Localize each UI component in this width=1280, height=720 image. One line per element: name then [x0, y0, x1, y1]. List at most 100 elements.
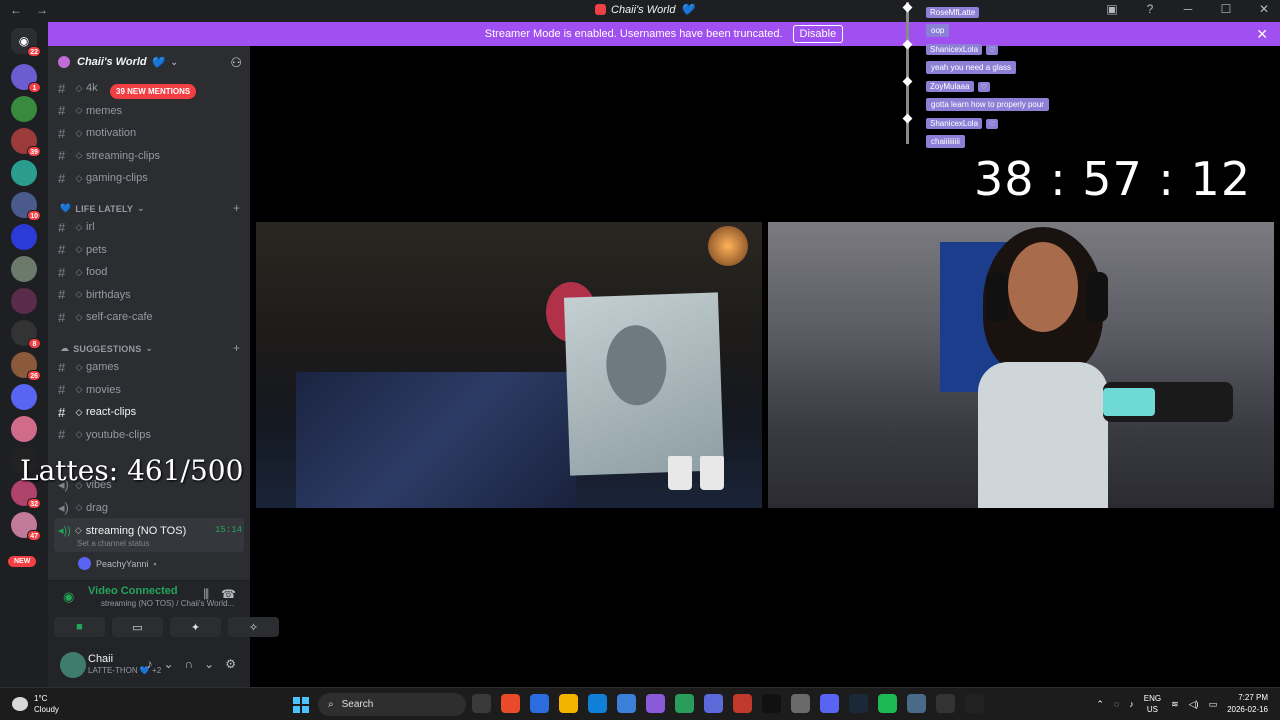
camera-button[interactable]: ■: [54, 617, 105, 637]
gear-icon[interactable]: ⚙: [225, 657, 236, 671]
channel-item[interactable]: # ◇ 4k: [58, 79, 98, 97]
inbox-icon[interactable]: ▣: [1104, 2, 1120, 16]
channel-status[interactable]: Set a channel status: [77, 539, 150, 548]
clock[interactable]: 7:27 PM 2026-02-16: [1227, 692, 1268, 716]
weather-widget[interactable]: 1°C Cloudy: [12, 693, 59, 715]
maximize-button[interactable]: ☐: [1218, 2, 1234, 16]
taskbar-app-icon[interactable]: [733, 694, 752, 713]
taskbar-app-icon[interactable]: [820, 694, 839, 713]
channel-item[interactable]: # ◇ self-care-cafe: [58, 308, 153, 326]
server-icon[interactable]: [11, 224, 37, 250]
server-icon[interactable]: [11, 160, 37, 186]
channel-item[interactable]: # ◇ irl: [58, 218, 95, 236]
taskbar-app-icon[interactable]: [849, 694, 868, 713]
server-icon[interactable]: 1: [11, 64, 41, 93]
taskbar-app-icon[interactable]: [936, 694, 955, 713]
video-tile-webcam[interactable]: [768, 222, 1274, 508]
avatar[interactable]: [60, 652, 86, 678]
category-life-lately[interactable]: 💙 LIFE LATELY ⌄: [60, 203, 145, 214]
user-name[interactable]: Chaii: [88, 653, 113, 665]
screen-share-button[interactable]: ▭: [112, 617, 163, 637]
help-icon[interactable]: ?: [1142, 2, 1158, 16]
active-voice-channel[interactable]: ◂)) ◇ streaming (NO TOS): [58, 524, 186, 538]
soundboard-button[interactable]: ✧: [228, 617, 279, 637]
server-icon[interactable]: 26: [11, 352, 41, 381]
back-arrow-icon[interactable]: ←: [10, 3, 22, 17]
guild-header[interactable]: Chaii's World 💙 ⌄ ⚇: [48, 46, 250, 78]
taskbar-app-icon[interactable]: [559, 694, 578, 713]
noise-suppression-icon[interactable]: ⫼: [204, 587, 210, 602]
hash-icon: #: [58, 80, 66, 96]
taskbar-search[interactable]: ⌕ Search: [318, 693, 466, 716]
server-icon[interactable]: [11, 256, 37, 282]
hash-icon: #: [58, 359, 66, 375]
server-icon[interactable]: [11, 288, 37, 314]
channel-item[interactable]: # ◇ birthdays: [58, 286, 131, 304]
chevron-down-icon[interactable]: ⌄: [204, 657, 214, 671]
server-icon[interactable]: [11, 416, 37, 442]
network-icon[interactable]: ◌: [1114, 699, 1119, 709]
server-icon[interactable]: 39: [11, 128, 41, 157]
close-button[interactable]: ✕: [1256, 2, 1272, 16]
voice-channel-item[interactable]: ◂) ◇ drag: [58, 499, 108, 517]
activities-button[interactable]: ✦: [170, 617, 221, 637]
server-badge: 32: [27, 498, 41, 509]
taskbar-app-icon[interactable]: [588, 694, 607, 713]
video-tile-room[interactable]: [256, 222, 762, 508]
server-icon[interactable]: [11, 96, 37, 122]
disconnect-icon[interactable]: ☎: [221, 587, 236, 602]
banner-close-icon[interactable]: ✕: [1256, 26, 1268, 43]
forward-arrow-icon[interactable]: →: [36, 3, 48, 17]
category-label: SUGGESTIONS: [73, 343, 142, 354]
headphones-icon[interactable]: ∩: [185, 657, 194, 671]
server-icon[interactable]: 10: [11, 192, 41, 221]
taskbar-app-icon[interactable]: [617, 694, 636, 713]
channel-item[interactable]: # ◇ youtube-clips: [58, 426, 151, 444]
new-pill[interactable]: NEW: [8, 556, 37, 567]
taskbar-app-icon[interactable]: [501, 694, 520, 713]
channel-item[interactable]: # ◇ pets: [58, 241, 107, 259]
add-channel-icon[interactable]: +: [233, 341, 240, 355]
taskbar-app-icon[interactable]: [530, 694, 549, 713]
volume-icon[interactable]: ◁): [1189, 699, 1199, 710]
taskbar-app-icon[interactable]: [907, 694, 926, 713]
taskbar-app-icon[interactable]: [762, 694, 781, 713]
channel-item[interactable]: # ◇ motivation: [58, 124, 136, 142]
windows-start-icon[interactable]: [293, 697, 309, 713]
chevron-down-icon[interactable]: ⌄: [163, 657, 173, 671]
server-icon[interactable]: 47: [11, 512, 41, 541]
channel-item[interactable]: # ◇ memes: [58, 102, 122, 120]
channel-item[interactable]: # ◇ streaming-clips: [58, 147, 160, 165]
taskbar-app-icon[interactable]: [878, 694, 897, 713]
channel-item[interactable]: # ◇ movies: [58, 381, 121, 399]
microphone-icon[interactable]: ♪: [146, 657, 152, 671]
home-button[interactable]: ◉ 22: [11, 28, 41, 57]
microphone-icon[interactable]: ♪: [1129, 699, 1134, 709]
add-member-icon[interactable]: ⚇: [230, 55, 242, 71]
add-channel-icon[interactable]: +: [233, 201, 240, 215]
taskbar-app-icon[interactable]: [675, 694, 694, 713]
server-icon[interactable]: [11, 384, 37, 410]
diamond-icon: ◇: [75, 150, 83, 161]
voice-status-title[interactable]: Video Connected: [88, 585, 178, 597]
chevron-up-icon[interactable]: ⌃: [1096, 699, 1104, 710]
category-suggestions[interactable]: ☁ SUGGESTIONS ⌄: [60, 343, 153, 354]
taskbar-app-icon[interactable]: [965, 694, 984, 713]
taskbar-app-icon[interactable]: [704, 694, 723, 713]
channel-name: food: [86, 266, 108, 279]
taskbar-app-icon[interactable]: [472, 694, 491, 713]
disable-button[interactable]: Disable: [792, 25, 844, 43]
new-mentions-pill[interactable]: 39 NEW MENTIONS: [110, 84, 197, 99]
channel-item[interactable]: # ◇ gaming-clips: [58, 169, 148, 187]
battery-icon[interactable]: ▭: [1209, 699, 1218, 710]
minimize-button[interactable]: ─: [1180, 2, 1196, 16]
channel-item[interactable]: # ◇ games: [58, 358, 119, 376]
voice-member[interactable]: PeachyYanni ▪: [78, 557, 157, 570]
server-icon[interactable]: 8: [11, 320, 41, 349]
taskbar-app-icon[interactable]: [791, 694, 810, 713]
taskbar-app-icon[interactable]: [646, 694, 665, 713]
language-indicator[interactable]: ENG US: [1144, 693, 1161, 715]
wifi-icon[interactable]: ≋: [1171, 699, 1179, 710]
channel-item[interactable]: # ◇ react-clips: [58, 403, 136, 421]
channel-item[interactable]: # ◇ food: [58, 263, 107, 281]
